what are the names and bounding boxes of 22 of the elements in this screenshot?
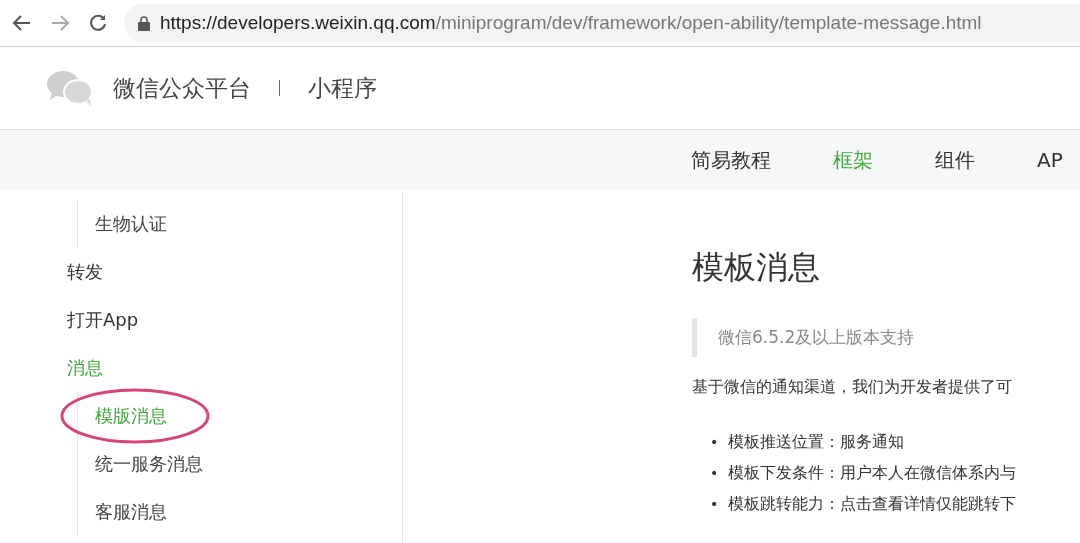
bullet-marker: • (710, 463, 719, 483)
nav-tab[interactable]: AP (1037, 148, 1063, 172)
bullet-text: 模板下发条件：用户本人在微信体系内与 (728, 461, 1017, 484)
nav-tab[interactable]: 组件 (935, 146, 975, 174)
bullet-text: 模板推送位置：服务通知 (728, 430, 905, 453)
sidebar-item[interactable]: 生物认证 (95, 212, 167, 236)
lock-icon (138, 15, 150, 31)
version-note: 微信6.5.2及以上版本支持 (692, 318, 1080, 357)
bullet-text: 模板跳转能力：点击查看详情仅能跳转下 (728, 492, 1017, 515)
page-title: 模板消息 (692, 247, 821, 288)
bullet-marker: • (710, 494, 719, 514)
nav-tab[interactable]: 简易教程 (691, 146, 771, 174)
sidebar-item[interactable]: 客服消息 (95, 500, 167, 524)
intro-text: 基于微信的通知渠道，我们为开发者提供了可 (692, 377, 1013, 398)
address-field[interactable]: https://developers.weixin.qq.com/miniprogram/dev/framework/open-ability/template-message.html (124, 4, 1080, 42)
sidebar-item[interactable]: 统一服务消息 (95, 452, 203, 476)
chat-bubbles-logo (46, 69, 93, 107)
brand-title: 微信公众平台 (113, 73, 251, 103)
sidebar-item[interactable]: 转发 (0, 248, 402, 296)
bullet-marker: • (710, 432, 719, 452)
product-title: 小程序 (308, 73, 377, 103)
sidebar-item[interactable]: 打开App (0, 296, 402, 344)
